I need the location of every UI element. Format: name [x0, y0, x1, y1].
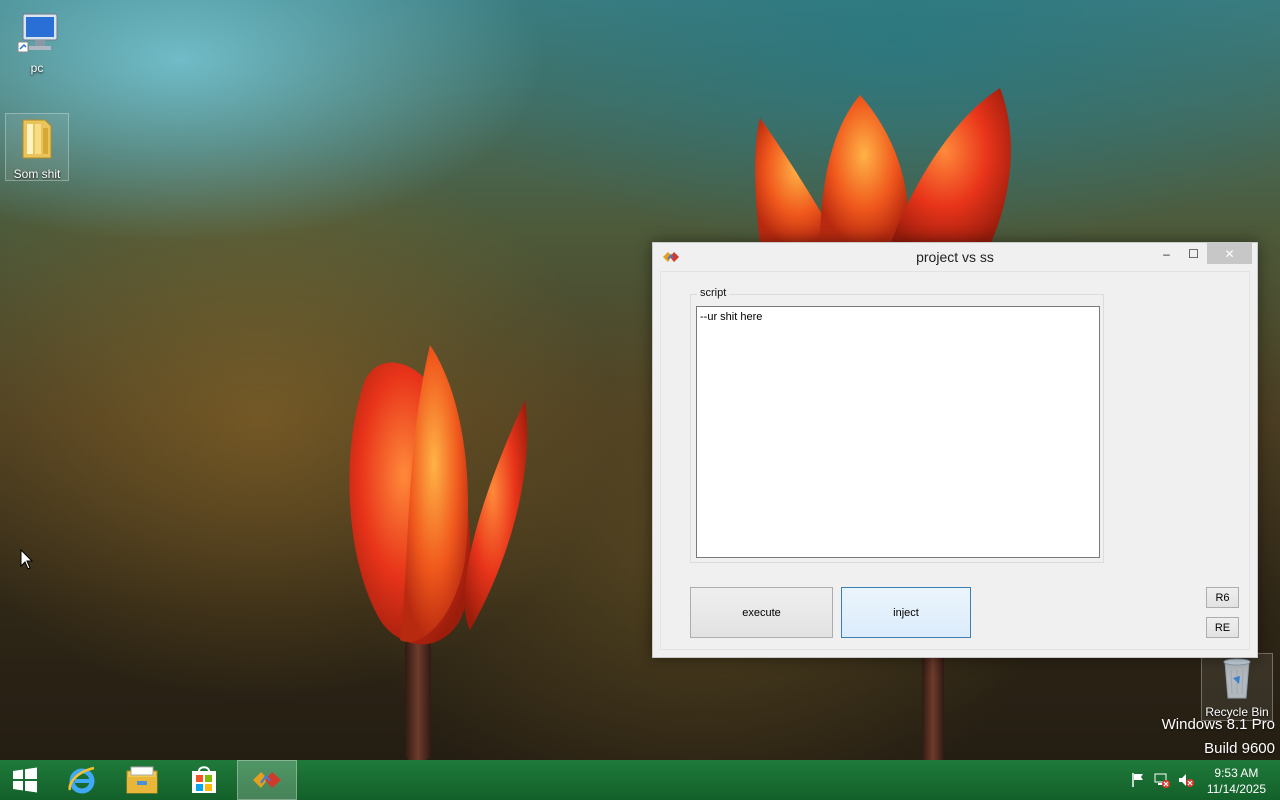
inject-button[interactable]: inject: [841, 587, 971, 638]
computer-icon: [17, 13, 58, 53]
file-explorer-icon: [126, 766, 158, 794]
taskbar-file-explorer[interactable]: [112, 760, 172, 800]
minimize-icon: –: [1163, 246, 1170, 261]
clock-date: 11/14/2025: [1206, 782, 1266, 796]
window-titlebar[interactable]: project vs ss – ☐ ✕: [653, 243, 1257, 271]
close-button[interactable]: ✕: [1207, 243, 1252, 264]
script-editor[interactable]: [696, 306, 1100, 558]
start-icon: [13, 767, 37, 793]
network-disconnected-icon[interactable]: [1154, 772, 1170, 788]
maximize-button[interactable]: ☐: [1180, 243, 1207, 264]
desktop-icon-label: Som shit: [13, 167, 61, 181]
project-app-icon: [253, 772, 281, 788]
os-watermark-build: Build 9600: [1204, 740, 1275, 757]
desktop-icon-recycle-bin[interactable]: Recycle Bin: [1201, 653, 1273, 721]
close-icon: ✕: [1224, 246, 1235, 261]
script-group-label: script: [697, 287, 730, 299]
execute-button[interactable]: execute: [690, 587, 833, 638]
recycle-bin-icon: [1223, 658, 1251, 699]
start-button[interactable]: [0, 760, 50, 800]
re-button[interactable]: RE: [1206, 617, 1239, 638]
minimize-button[interactable]: –: [1153, 243, 1180, 264]
window-client-area: script execute inject R6 RE: [660, 271, 1250, 650]
taskbar-store[interactable]: [174, 760, 234, 800]
os-watermark-edition: Windows 8.1 Pro: [1161, 716, 1275, 733]
taskbar-project-app[interactable]: [237, 760, 297, 800]
volume-muted-icon[interactable]: [1178, 772, 1194, 788]
mouse-cursor-icon: [20, 549, 34, 570]
desktop-icon-label: pc: [30, 61, 44, 75]
action-center-flag-icon[interactable]: [1130, 772, 1146, 788]
r6-button[interactable]: R6: [1206, 587, 1239, 608]
taskbar: 9:53 AM 11/14/2025: [0, 760, 1280, 800]
script-groupbox: script: [690, 287, 1104, 563]
app-window: project vs ss – ☐ ✕ script execute injec…: [652, 242, 1258, 658]
folder-icon: [22, 119, 52, 159]
clock-time: 9:53 AM: [1214, 766, 1259, 780]
internet-explorer-icon: [68, 766, 95, 794]
desktop-icon-folder[interactable]: Som shit: [5, 113, 69, 181]
store-icon: [192, 766, 216, 793]
taskbar-clock[interactable]: 9:53 AM 11/14/2025: [1207, 765, 1266, 797]
maximize-icon: ☐: [1188, 246, 1199, 261]
desktop-icon-pc[interactable]: pc: [6, 8, 68, 75]
taskbar-internet-explorer[interactable]: [52, 760, 112, 800]
